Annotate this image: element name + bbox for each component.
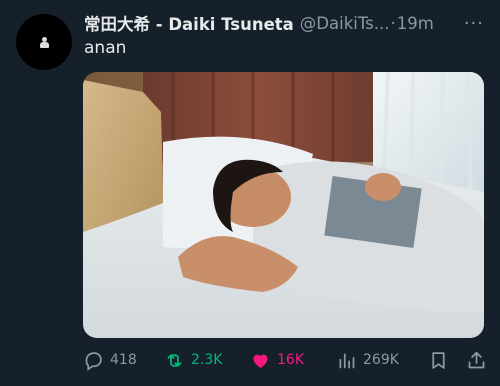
share-icon (468, 351, 485, 368)
like-count: 16K (277, 352, 304, 368)
avatar[interactable] (16, 14, 72, 70)
photo-illustration (83, 72, 484, 338)
heart-icon (253, 354, 268, 368)
reply-count: 418 (110, 352, 137, 368)
share-button[interactable] (466, 350, 487, 371)
avatar-figure-icon (39, 36, 49, 48)
bookmark-icon (432, 351, 445, 369)
timestamp[interactable]: 19m (397, 14, 434, 33)
repost-button[interactable]: 2.3K (164, 350, 250, 371)
bookmark-button[interactable] (428, 350, 466, 371)
tweet-header: 常田大希 - Daiki Tsuneta @DaikiTs... · 19m ·… (84, 11, 488, 35)
reply-icon (85, 351, 102, 371)
author-name[interactable]: 常田大希 - Daiki Tsuneta (84, 11, 294, 35)
views-count: 269K (363, 352, 399, 368)
views-chart-icon (339, 353, 355, 368)
author-handle[interactable]: @DaikiTs... (300, 14, 390, 33)
more-options-icon[interactable]: ··· (464, 13, 484, 34)
tweet-text: anan (84, 38, 127, 58)
like-button[interactable]: 16K (250, 350, 336, 371)
separator-dot: · (390, 13, 396, 33)
repost-count: 2.3K (191, 352, 223, 368)
repost-icon (167, 353, 182, 367)
views-button[interactable]: 269K (336, 350, 428, 371)
reply-button[interactable]: 418 (83, 350, 164, 371)
tweet-photo[interactable] (83, 72, 484, 338)
action-bar: 418 2.3K 16K 269K (83, 346, 493, 374)
